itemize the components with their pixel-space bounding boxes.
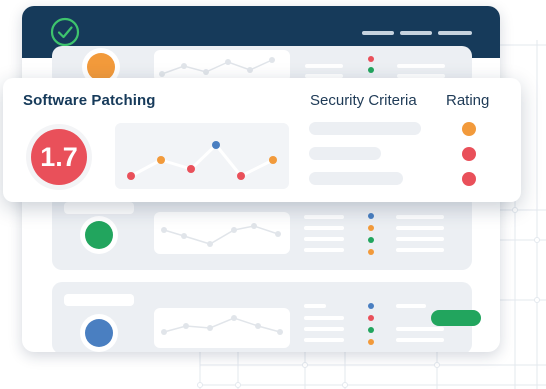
status-indicator — [80, 216, 118, 254]
rating-column-header: Rating — [446, 92, 490, 109]
list-item[interactable] — [52, 194, 472, 270]
sparkline-point — [237, 172, 245, 180]
status-indicator — [80, 314, 118, 352]
criteria-column-header: Security Criteria — [310, 92, 417, 109]
rating-dot — [462, 147, 476, 161]
rating-dot — [462, 172, 476, 186]
sparkline-point — [212, 141, 220, 149]
criteria-bar — [309, 122, 421, 135]
score-badge: 1.7 — [31, 129, 87, 185]
sparkline-point — [187, 165, 195, 173]
criteria-bar — [309, 172, 403, 185]
check-circle-icon[interactable] — [50, 17, 80, 47]
list-item[interactable] — [52, 282, 472, 352]
sparkline-chart — [154, 212, 290, 254]
rating-dot — [462, 122, 476, 136]
action-button[interactable] — [431, 310, 481, 326]
criteria-bar — [309, 147, 381, 160]
card-title: Software Patching — [23, 92, 156, 109]
sparkline-point — [157, 156, 165, 164]
sparkline-chart — [154, 308, 290, 348]
trend-sparkline — [115, 123, 289, 189]
sparkline-point — [127, 172, 135, 180]
sparkline-point — [269, 156, 277, 164]
